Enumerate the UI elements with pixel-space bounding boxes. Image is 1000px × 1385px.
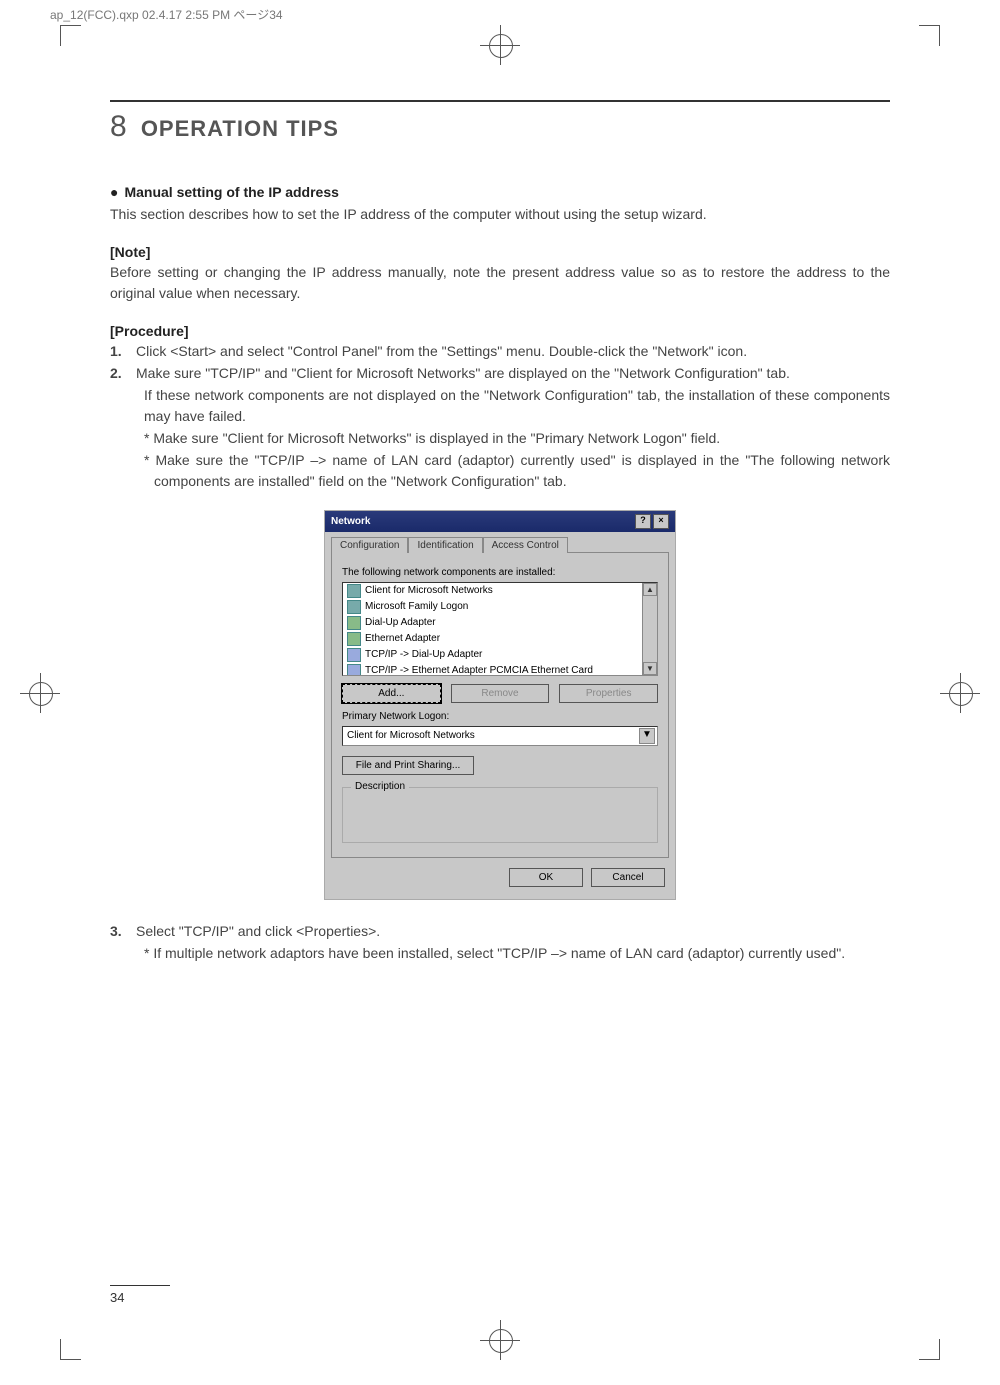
list-item[interactable]: Ethernet Adapter [343, 631, 657, 647]
protocol-icon [347, 664, 361, 676]
window-titlebar: Network ? × [325, 511, 675, 532]
crop-mark-icon [919, 25, 940, 46]
properties-button[interactable]: Properties [559, 684, 658, 703]
step-note: * If multiple network adaptors have been… [144, 943, 890, 963]
registration-mark-icon [20, 673, 60, 713]
tab-identification[interactable]: Identification [408, 537, 482, 553]
step-subtext: If these network components are not disp… [144, 385, 890, 426]
primary-logon-combo[interactable]: Client for Microsoft Networks ▼ [342, 726, 658, 746]
registration-mark-icon [480, 1320, 520, 1360]
adapter-icon [347, 632, 361, 646]
scrollbar[interactable]: ▲ ▼ [642, 583, 657, 675]
section-heading-text: OPERATION TIPS [141, 116, 339, 141]
tab-configuration[interactable]: Configuration [331, 537, 408, 553]
adapter-icon [347, 616, 361, 630]
list-item[interactable]: Microsoft Family Logon [343, 599, 657, 615]
description-group: Description [342, 787, 658, 843]
step-number: 1. [110, 341, 136, 361]
step-text: Click <Start> and select "Control Panel"… [136, 341, 747, 361]
step-text: Select "TCP/IP" and click <Properties>. [136, 921, 380, 941]
remove-button[interactable]: Remove [451, 684, 550, 703]
registration-mark-icon [940, 673, 980, 713]
procedure-step: 3. Select "TCP/IP" and click <Properties… [110, 921, 890, 941]
crop-mark-icon [60, 1339, 81, 1360]
tab-panel-configuration: The following network components are ins… [331, 552, 669, 858]
components-listbox[interactable]: Client for Microsoft Networks Microsoft … [342, 582, 658, 676]
cancel-button[interactable]: Cancel [591, 868, 665, 887]
step-number: 3. [110, 921, 136, 941]
page-content: 8 OPERATION TIPS Manual setting of the I… [110, 100, 890, 1305]
primary-logon-label: Primary Network Logon: [342, 711, 658, 722]
ok-button[interactable]: OK [509, 868, 583, 887]
section-number: 8 [110, 110, 128, 143]
note-label: [Note] [110, 244, 890, 260]
step-text: Make sure "TCP/IP" and "Client for Micro… [136, 363, 790, 383]
step-note: * Make sure "Client for Microsoft Networ… [144, 428, 890, 448]
add-button[interactable]: Add... [342, 684, 441, 703]
step-number: 2. [110, 363, 136, 383]
window-title-text: Network [331, 516, 370, 527]
intro-paragraph: This section describes how to set the IP… [110, 204, 890, 224]
crop-mark-icon [60, 25, 81, 46]
window-body: Configuration Identification Access Cont… [325, 532, 675, 899]
registration-mark-icon [480, 25, 520, 65]
help-button[interactable]: ? [635, 514, 651, 529]
client-icon [347, 584, 361, 598]
procedure-label: [Procedure] [110, 323, 890, 339]
procedure-step: 1. Click <Start> and select "Control Pan… [110, 341, 890, 361]
network-dialog-screenshot: Network ? × Configuration Identification… [325, 511, 675, 899]
section-title: 8 OPERATION TIPS [110, 110, 890, 144]
list-item[interactable]: TCP/IP -> Ethernet Adapter PCMCIA Ethern… [343, 663, 657, 676]
print-header: ap_12(FCC).qxp 02.4.17 2:55 PM ページ34 [0, 0, 1000, 23]
list-item[interactable]: Client for Microsoft Networks [343, 583, 657, 599]
tab-access-control[interactable]: Access Control [483, 537, 568, 553]
close-button[interactable]: × [653, 514, 669, 529]
file-print-sharing-button[interactable]: File and Print Sharing... [342, 756, 474, 775]
tab-strip: Configuration Identification Access Cont… [331, 536, 669, 552]
page-number: 34 [110, 1285, 170, 1305]
components-label: The following network components are ins… [342, 567, 658, 578]
crop-mark-icon [919, 1339, 940, 1360]
protocol-icon [347, 648, 361, 662]
list-item[interactable]: TCP/IP -> Dial-Up Adapter [343, 647, 657, 663]
title-rule [110, 100, 890, 102]
scroll-down-button[interactable]: ▼ [643, 662, 657, 675]
list-item[interactable]: Dial-Up Adapter [343, 615, 657, 631]
combo-value: Client for Microsoft Networks [347, 730, 475, 741]
scroll-up-button[interactable]: ▲ [643, 583, 657, 596]
description-label: Description [351, 781, 409, 792]
step-note: * Make sure the "TCP/IP –> name of LAN c… [144, 450, 890, 491]
procedure-step: 2. Make sure "TCP/IP" and "Client for Mi… [110, 363, 890, 383]
note-text: Before setting or changing the IP addres… [110, 262, 890, 303]
bullet-heading: Manual setting of the IP address [110, 184, 890, 200]
chevron-down-icon[interactable]: ▼ [639, 728, 655, 744]
client-icon [347, 600, 361, 614]
